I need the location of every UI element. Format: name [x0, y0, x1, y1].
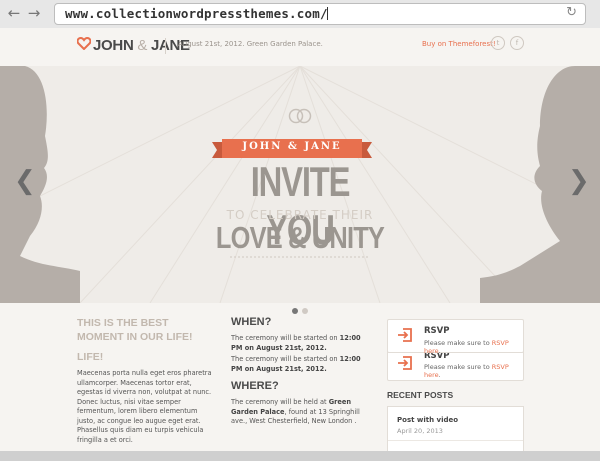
slider-dot[interactable]	[302, 308, 308, 314]
hero-line-3: LOVE & UNITY	[215, 220, 385, 255]
hero-slider: ❮ ❯ JOHN & JANE INVITE YOU TO CELEBRATE …	[0, 66, 600, 303]
left-column: THIS IS THE BEST MOMENT IN OUR LIFE! LIF…	[77, 316, 215, 445]
header-tagline: August 21st, 2012. Green Garden Palace.	[178, 40, 323, 48]
twitter-icon[interactable]: t	[491, 36, 505, 50]
site-logo[interactable]: JOHN & JANE	[93, 37, 190, 54]
browser-window: ← → www.collectionwordpressthemes.com/ ↻…	[0, 0, 600, 461]
window-bottom-edge	[0, 451, 600, 461]
left-heading-repeat: LIFE!	[77, 351, 104, 363]
post-date: April 20, 2013	[397, 427, 443, 435]
left-silhouette	[0, 66, 80, 303]
where-heading: WHERE?	[231, 380, 279, 392]
rsvp-text: Please make sure to RSVP here.	[424, 339, 509, 355]
site-header: JOHN & JANE August 21st, 2012. Green Gar…	[0, 28, 600, 66]
facebook-icon[interactable]: f	[510, 36, 524, 50]
logo-first-name: JOHN	[93, 37, 134, 54]
slider-dot-active[interactable]	[292, 308, 298, 314]
slider-next-arrow-icon[interactable]: ❯	[568, 166, 590, 196]
browser-toolbar: ← → www.collectionwordpressthemes.com/ ↻	[0, 0, 600, 29]
when-text-repeat: The ceremony will be started on 12:00 PM…	[231, 355, 361, 373]
header-divider	[165, 38, 166, 54]
ribbon-text: JOHN & JANE	[242, 141, 342, 152]
text-caret	[327, 7, 328, 20]
logo-ampersand: &	[137, 37, 148, 54]
left-body-text: Maecenas porta nulla eget eros pharetra …	[77, 369, 212, 444]
when-text: The ceremony will be started on 12:00 PM…	[231, 334, 361, 352]
rsvp-title: RSVP	[424, 326, 450, 336]
slider-prev-arrow-icon[interactable]: ❮	[14, 166, 36, 196]
reload-icon[interactable]: ↻	[566, 5, 577, 20]
middle-column: WHEN? The ceremony will be started on 12…	[231, 316, 371, 427]
post-divider	[388, 440, 523, 441]
rsvp-enter-icon	[398, 356, 412, 370]
recent-posts-heading: RECENT POSTS	[387, 390, 454, 400]
back-arrow-icon[interactable]: ←	[6, 5, 22, 21]
rsvp-enter-icon	[398, 328, 412, 342]
url-text: www.collectionwordpressthemes.com/	[65, 6, 328, 21]
buy-link[interactable]: Buy on Themeforest!	[422, 40, 496, 48]
heart-icon	[76, 36, 92, 53]
when-heading: WHEN?	[231, 316, 272, 328]
left-heading: THIS IS THE BEST MOMENT IN OUR LIFE!	[77, 317, 193, 343]
rsvp-text-second: Please make sure to RSVP here.	[424, 363, 509, 379]
where-text: The ceremony will be held at Green Garde…	[231, 398, 360, 425]
forward-arrow-icon[interactable]: →	[26, 5, 42, 21]
rsvp-card[interactable]: RSVP Please make sure to RSVP here.	[387, 319, 524, 355]
post-title[interactable]: Post with video	[397, 416, 458, 424]
address-bar[interactable]: www.collectionwordpressthemes.com/ ↻	[54, 3, 586, 25]
wedding-rings-icon	[287, 108, 313, 128]
